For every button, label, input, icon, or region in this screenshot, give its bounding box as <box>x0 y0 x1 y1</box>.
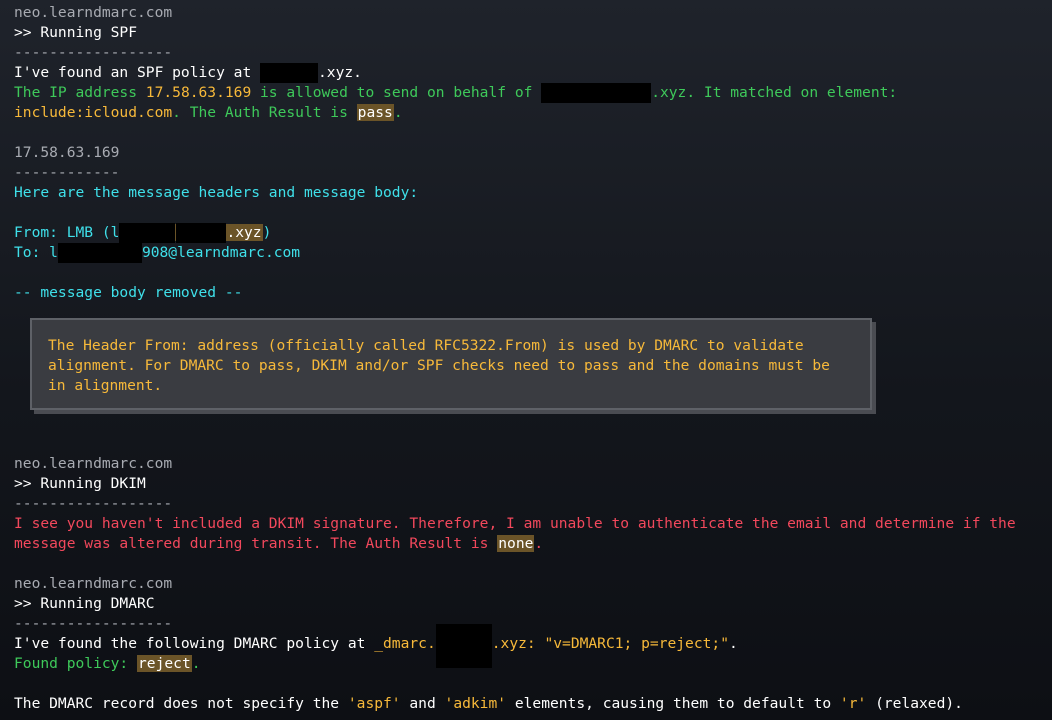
redacted-address <box>57 243 142 263</box>
dmarc-adkim: 'adkim' <box>444 695 507 712</box>
body-removed-notice: -- message body removed -- <box>14 284 243 301</box>
redacted-domain <box>435 624 492 668</box>
redacted-domain <box>260 63 319 83</box>
spf-ip-mid: is allowed to send on behalf of <box>251 84 542 101</box>
header-to-suffix: 908@learndmarc.com <box>141 244 301 261</box>
dkim-line2-prefix: message was altered during transit. The … <box>14 535 498 552</box>
dmarc-policy-prefix: Found policy: <box>14 655 138 672</box>
dmarc-note-prefix: The DMARC record does not specify the <box>14 695 348 712</box>
dkim-title: >> Running DKIM <box>14 475 146 492</box>
spf-auth-prefix: . The Auth Result is <box>172 104 357 121</box>
dmarc-found-mid: .xyz: <box>491 635 545 652</box>
spf-host: neo.learndmarc.com <box>14 4 173 21</box>
header-from-line: From: LMB (l .xyz) <box>14 223 271 243</box>
spf-auth-line: include:icloud.com. The Auth Result is p… <box>14 103 403 123</box>
redacted-address <box>119 223 168 243</box>
info-callout-text: The Header From: address (officially cal… <box>48 337 839 394</box>
dmarc-found-suffix: . <box>728 635 738 652</box>
dmarc-found-line: I've found the following DMARC policy at… <box>14 624 738 668</box>
spf-found-suffix: .xyz. <box>318 64 362 81</box>
info-callout-box: The Header From: address (officially cal… <box>30 318 872 410</box>
dmarc-record: "v=DMARC1; p=reject;" <box>544 635 729 652</box>
dmarc-policy-suffix: . <box>191 655 201 672</box>
dmarc-found-domain: _dmarc. <box>374 635 436 652</box>
spf-found-prefix: I've found an SPF policy at <box>14 64 261 81</box>
spf-title: >> Running SPF <box>14 24 138 41</box>
spf-ip-prefix: The IP address <box>14 84 146 101</box>
headers-separator: ------------ <box>14 164 120 181</box>
header-from-domain: .xyz <box>175 223 263 243</box>
header-from-prefix: From: LMB ( <box>14 224 111 241</box>
dmarc-r-value: 'r' <box>839 695 867 712</box>
spf-result-badge: pass <box>356 104 394 121</box>
header-to-line: To: l 908@learndmarc.com <box>14 243 300 263</box>
spf-include-element: include:icloud.com <box>14 104 173 121</box>
spf-found-line: I've found an SPF policy at .xyz. <box>14 63 362 83</box>
spf-ip-line: The IP address 17.58.63.169 is allowed t… <box>14 83 897 103</box>
dmarc-separator: ------------------ <box>14 615 173 632</box>
spf-ip-suffix: .xyz. It matched on element: <box>651 84 898 101</box>
dmarc-note-mid: elements, causing them to default to <box>506 695 840 712</box>
dmarc-note-line: The DMARC record does not specify the 'a… <box>14 694 963 714</box>
dmarc-title: >> Running DMARC <box>14 595 155 612</box>
header-from-suffix: ) <box>262 224 272 241</box>
spf-separator: ------------------ <box>14 44 173 61</box>
dmarc-policy-badge: reject <box>137 655 192 672</box>
dkim-line2-suffix: . <box>534 535 544 552</box>
dmarc-host: neo.learndmarc.com <box>14 575 173 592</box>
redacted-domain <box>541 83 652 103</box>
dmarc-found-prefix: I've found the following DMARC policy at <box>14 635 375 652</box>
dmarc-and: and <box>400 695 445 712</box>
spf-ip-address: 17.58.63.169 <box>145 84 252 101</box>
dkim-message-line2: message was altered during transit. The … <box>14 534 543 554</box>
headers-ip: 17.58.63.169 <box>14 144 120 161</box>
dmarc-policy-line: Found policy: reject. <box>14 654 201 674</box>
header-from-char: l <box>110 224 120 241</box>
dmarc-aspf: 'aspf' <box>347 695 401 712</box>
headers-intro: Here are the message headers and message… <box>14 184 419 201</box>
header-to-prefix: To: l <box>14 244 58 261</box>
dkim-host: neo.learndmarc.com <box>14 455 173 472</box>
dkim-message-line1: I see you haven't included a DKIM signat… <box>14 515 1016 532</box>
dkim-separator: ------------------ <box>14 495 173 512</box>
dmarc-note-suffix: (relaxed). <box>866 695 963 712</box>
spf-auth-suffix: . <box>393 104 403 121</box>
dkim-result-badge: none <box>497 535 535 552</box>
